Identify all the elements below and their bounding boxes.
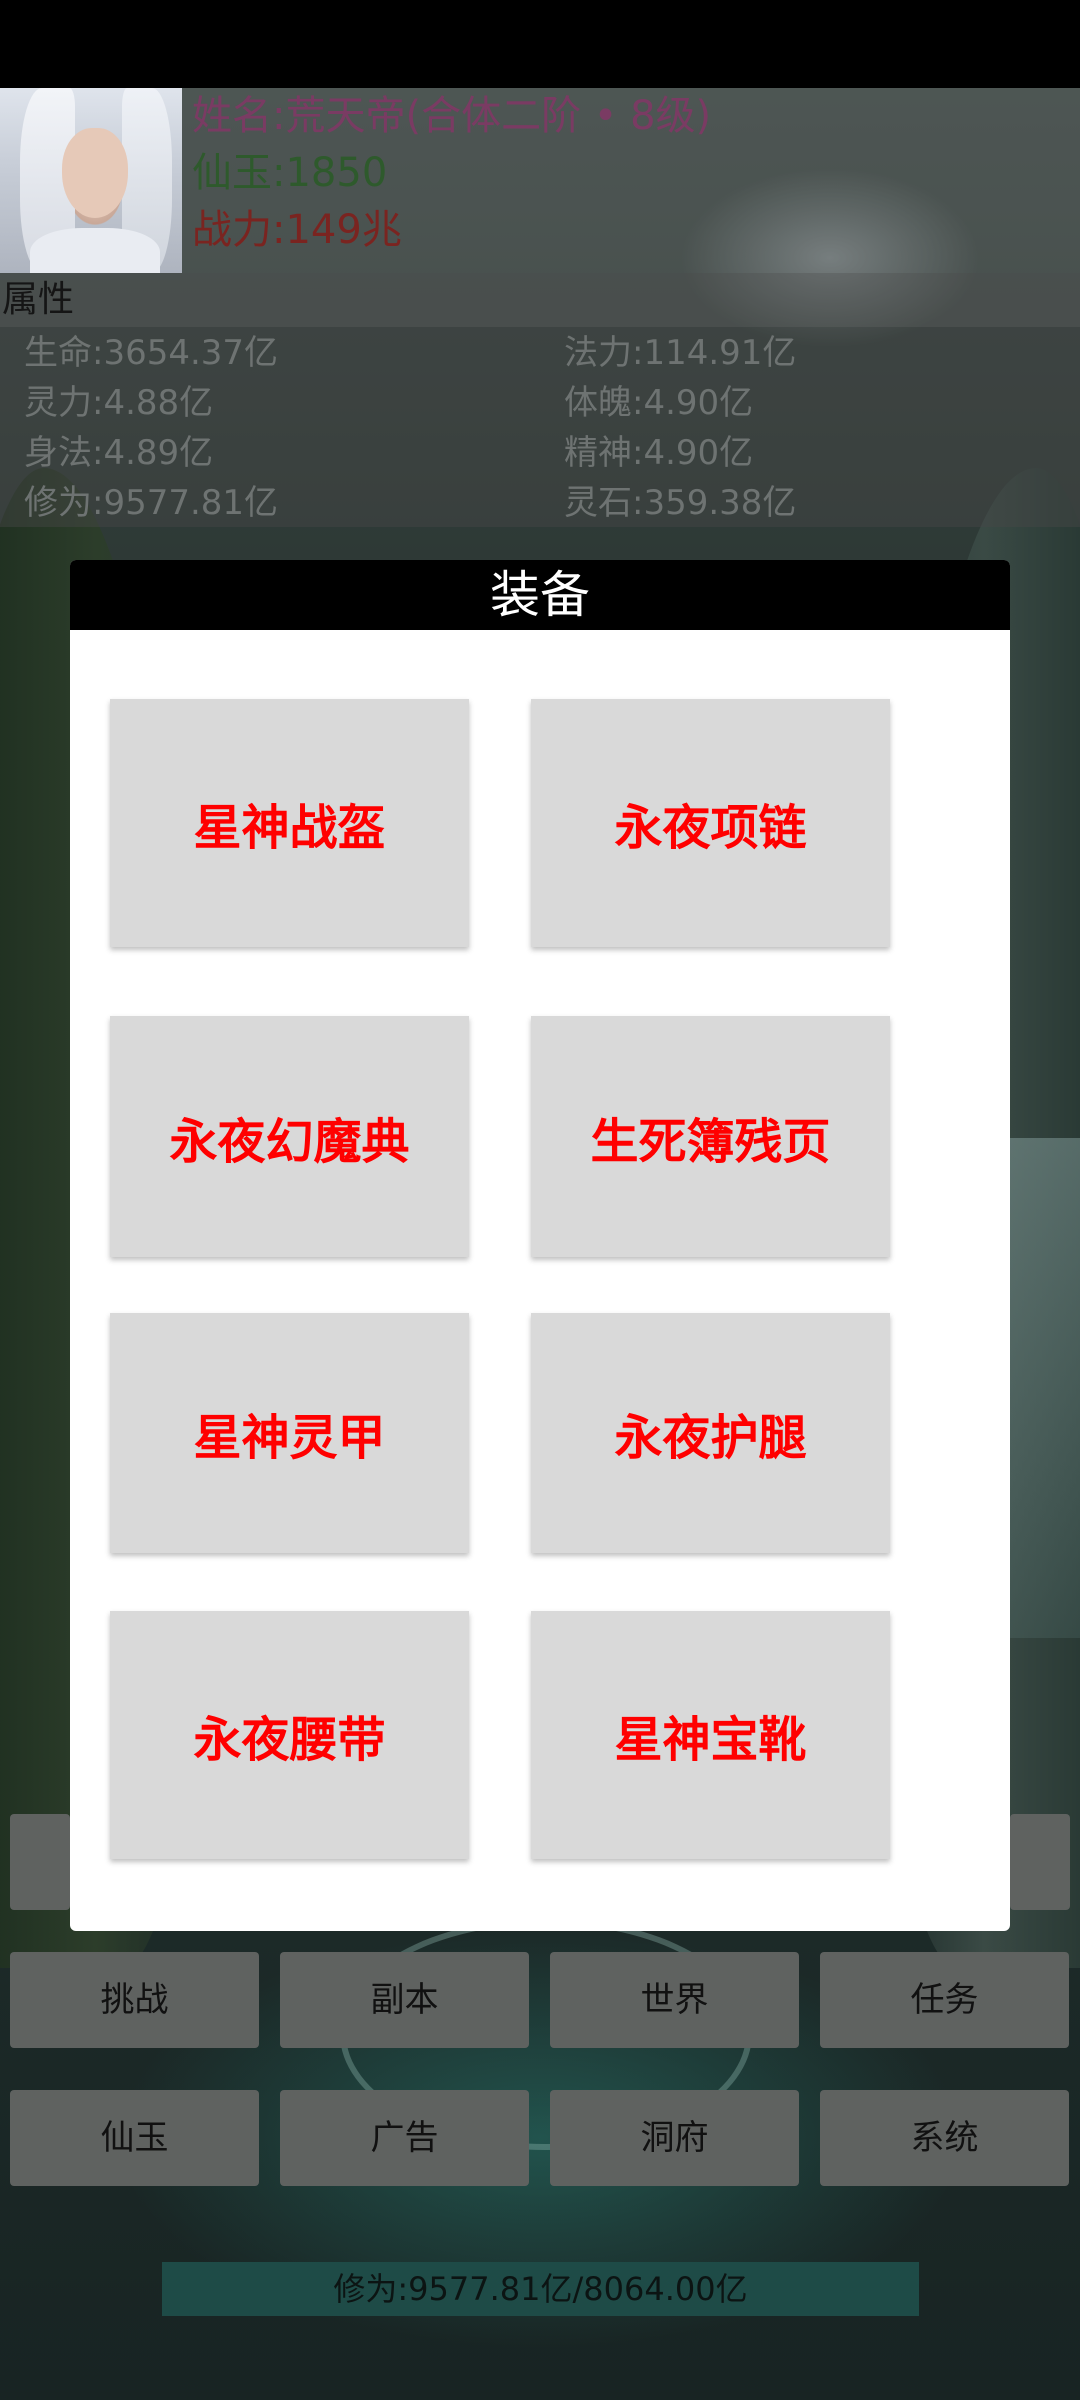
- combat-power: 战力:149兆: [192, 207, 402, 253]
- attr-life: 生命:3654.37亿: [24, 333, 279, 373]
- menu-cave-button[interactable]: 洞府: [550, 2090, 799, 2186]
- equip-slot-leggings[interactable]: 永夜护腿: [531, 1313, 890, 1553]
- equip-slot-armor[interactable]: 星神灵甲: [110, 1313, 469, 1553]
- attr-cultivation: 修为:9577.81亿: [24, 483, 279, 523]
- menu-challenge-button[interactable]: 挑战: [10, 1952, 259, 2048]
- menu-system-button[interactable]: 系统: [820, 2090, 1069, 2186]
- menu-dungeon-button[interactable]: 副本: [280, 1952, 529, 2048]
- attr-spirit: 灵力:4.88亿: [24, 383, 214, 423]
- equip-slot-tome[interactable]: 永夜幻魔典: [110, 1016, 469, 1257]
- equip-slot-necklace[interactable]: 永夜项链: [531, 699, 890, 947]
- status-bar: [0, 0, 1080, 88]
- jade-count: 仙玉:1850: [192, 150, 388, 196]
- character-name: 姓名:荒天帝(合体二阶 • 8级): [192, 93, 712, 139]
- menu-button-hidden-left[interactable]: [10, 1814, 70, 1910]
- equip-slot-belt[interactable]: 永夜腰带: [110, 1611, 469, 1859]
- attr-agility: 身法:4.89亿: [24, 433, 214, 473]
- cultivation-progress: 修为:9577.81亿/8064.00亿: [162, 2262, 919, 2316]
- modal-title: 装备: [70, 560, 1010, 630]
- attr-spirit-stones: 灵石:359.38亿: [564, 483, 797, 523]
- equip-slot-page[interactable]: 生死簿残页: [531, 1016, 890, 1257]
- equipment-modal: 装备 星神战盔 永夜项链 永夜幻魔典 生死簿残页 星神灵甲 永夜护腿 永夜腰带 …: [70, 560, 1010, 1931]
- menu-world-button[interactable]: 世界: [550, 1952, 799, 2048]
- attributes-title: 属性: [0, 273, 1080, 327]
- menu-quest-button[interactable]: 任务: [820, 1952, 1069, 2048]
- waterfall-art: [1000, 1138, 1080, 1638]
- menu-jade-button[interactable]: 仙玉: [10, 2090, 259, 2186]
- attr-mind: 精神:4.90亿: [564, 433, 754, 473]
- equip-slot-boots[interactable]: 星神宝靴: [531, 1611, 890, 1859]
- attr-physique: 体魄:4.90亿: [564, 383, 754, 423]
- attr-mana: 法力:114.91亿: [564, 333, 797, 373]
- avatar[interactable]: [0, 88, 182, 273]
- equip-slot-helmet[interactable]: 星神战盔: [110, 699, 469, 947]
- menu-ads-button[interactable]: 广告: [280, 2090, 529, 2186]
- menu-button-hidden-right[interactable]: [1010, 1814, 1070, 1910]
